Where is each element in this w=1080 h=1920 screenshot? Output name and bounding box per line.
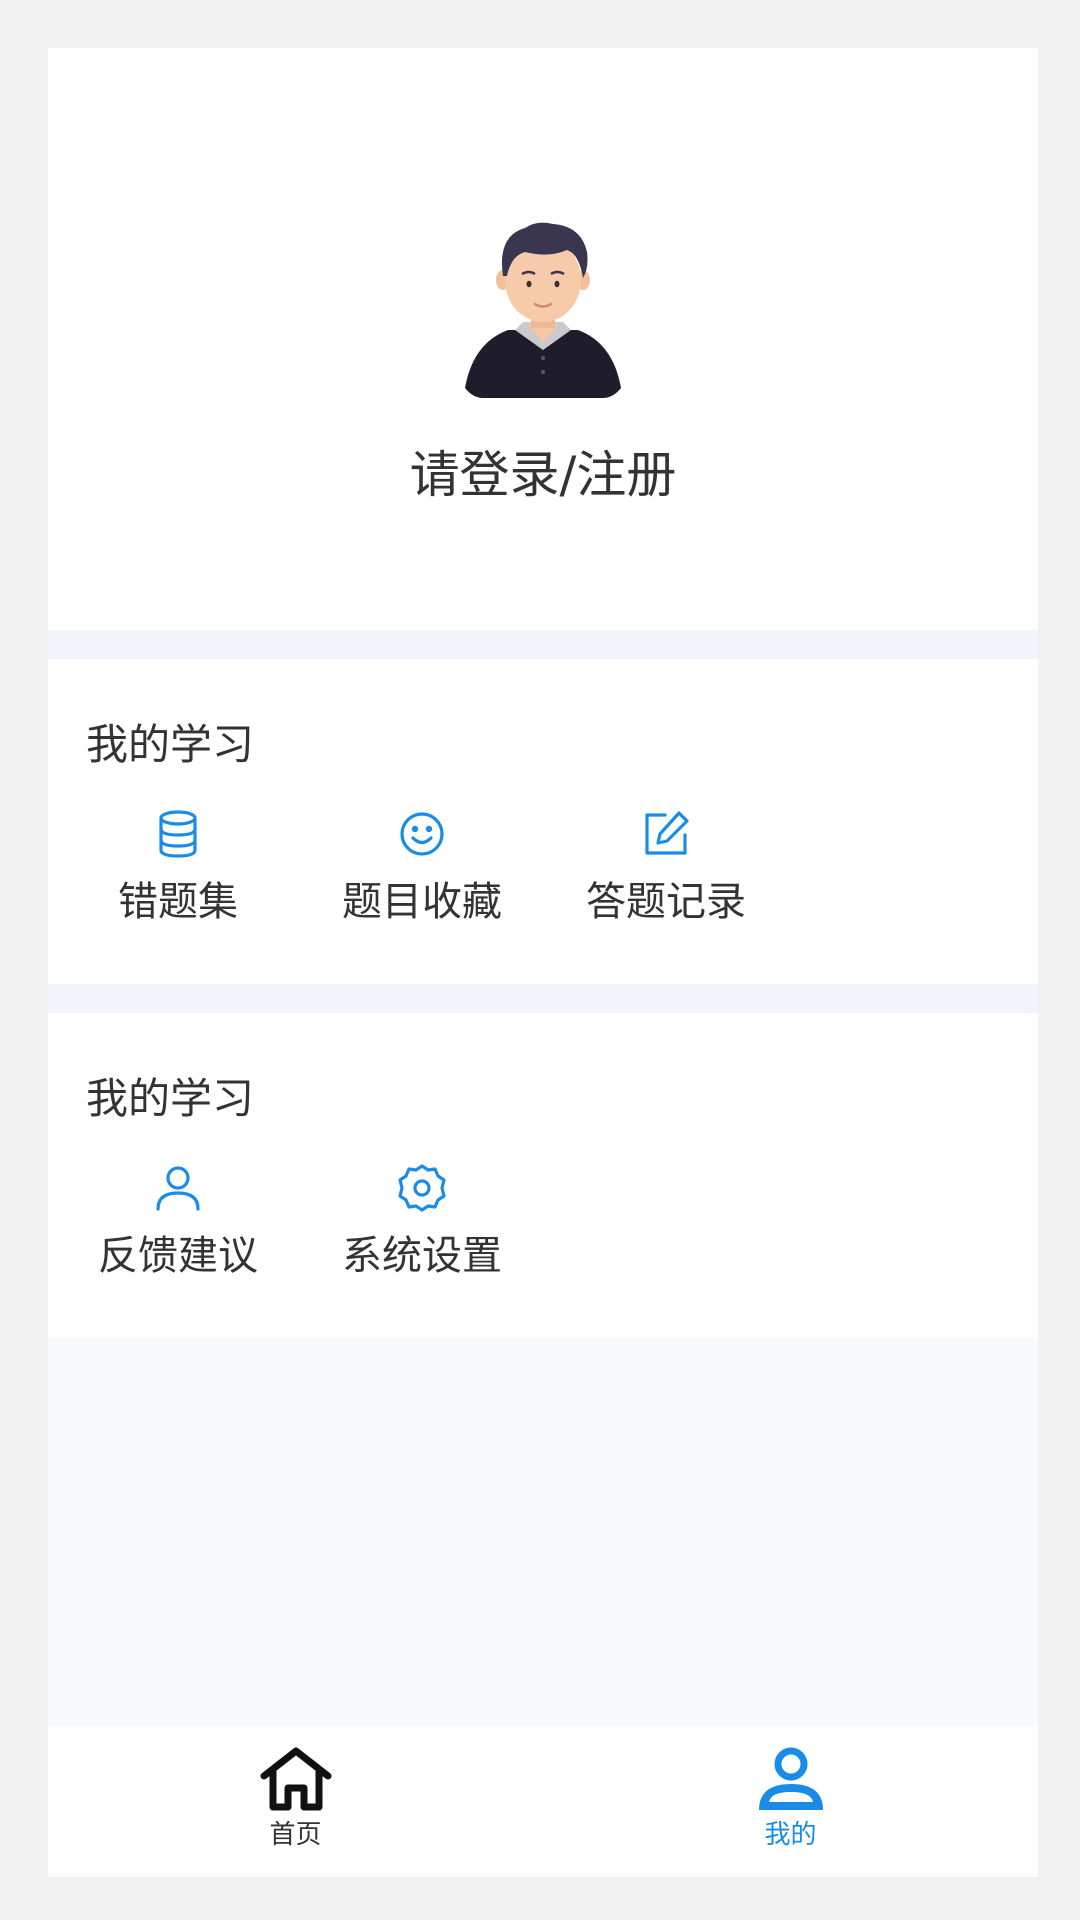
tab-home[interactable]: 首页	[48, 1726, 543, 1877]
tab-label: 我的	[764, 1820, 817, 1850]
tab-label: 首页	[269, 1820, 322, 1850]
home-icon	[260, 1747, 331, 1811]
section-divider	[48, 984, 1038, 1013]
study-section: 我的学习 错题集 题目收藏 答题记录	[48, 659, 1038, 984]
settings-icon	[398, 1164, 446, 1212]
bottom-tab-bar: 首页 我的	[48, 1726, 1038, 1877]
smile-icon	[400, 812, 444, 856]
system-settings-button[interactable]: 系统设置	[302, 1163, 542, 1293]
edit-icon	[645, 811, 689, 855]
settings-section: 我的学习 反馈建议 系统设置	[48, 1013, 1038, 1338]
item-label: 错题集	[118, 879, 238, 925]
avatar[interactable]	[463, 218, 623, 398]
section-title: 我的学习	[86, 1074, 255, 1123]
item-label: 答题记录	[586, 879, 746, 925]
database-icon	[159, 810, 197, 858]
login-register-link[interactable]: 请登录/注册	[48, 440, 1038, 510]
answer-records-button[interactable]: 答题记录	[546, 809, 786, 939]
feedback-button[interactable]: 反馈建议	[58, 1163, 298, 1293]
item-label: 反馈建议	[98, 1233, 258, 1279]
section-title: 我的学习	[86, 720, 255, 769]
section-divider	[48, 630, 1038, 659]
item-label: 题目收藏	[342, 879, 502, 925]
profile-header: 请登录/注册	[48, 48, 1038, 630]
wrong-questions-button[interactable]: 错题集	[58, 809, 298, 939]
question-favorites-button[interactable]: 题目收藏	[302, 809, 542, 939]
item-label: 系统设置	[342, 1233, 502, 1279]
app-frame: 请登录/注册 我的学习 错题集 题目收藏 答题记录 我的学习 反馈建议 系统设置…	[48, 48, 1038, 1877]
user-icon	[156, 1166, 200, 1211]
user-icon	[758, 1747, 823, 1810]
tab-mine[interactable]: 我的	[543, 1726, 1038, 1877]
